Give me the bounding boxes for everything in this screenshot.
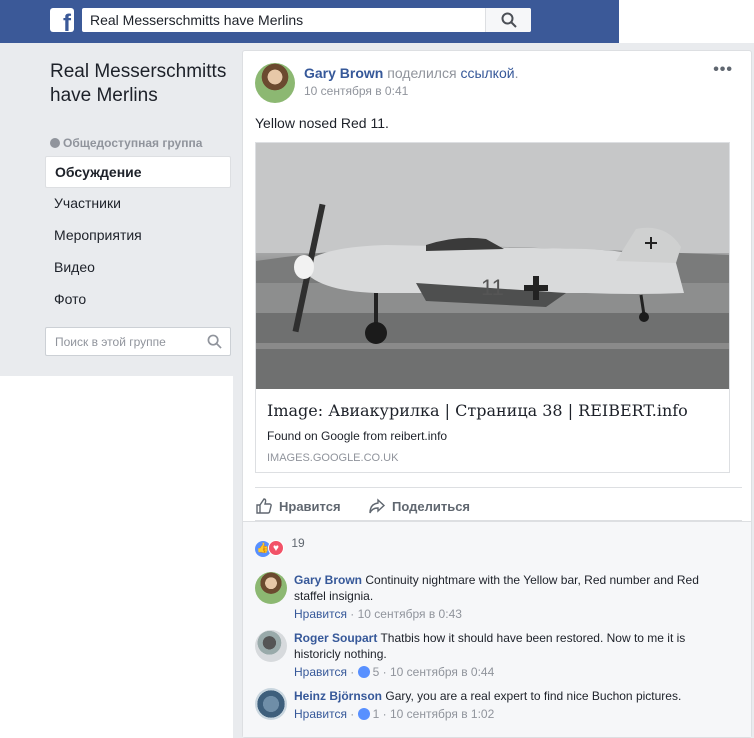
- link-domain: IMAGES.GOOGLE.CO.UK: [267, 452, 399, 464]
- comment-meta: Нравится · 10 сентября в 0:43: [294, 607, 462, 621]
- group-title[interactable]: Real Messerschmitts have Merlins: [50, 60, 230, 108]
- reactions-count: 19: [291, 536, 305, 550]
- facebook-logo[interactable]: f: [50, 8, 74, 32]
- comment-body: Heinz Björnson Gary, you are a real expe…: [294, 688, 734, 704]
- comment-author[interactable]: Heinz Björnson: [294, 689, 382, 703]
- comment-meta: Нравится · 5 · 10 сентября в 0:44: [294, 665, 495, 679]
- comment-author[interactable]: Gary Brown: [294, 573, 362, 587]
- comment-like-link[interactable]: Нравится: [294, 707, 347, 721]
- nav-item-discussion[interactable]: Обсуждение: [45, 156, 231, 188]
- share-arrow-icon: [369, 498, 386, 514]
- reactions-summary[interactable]: 👍 ♥ 19: [255, 536, 305, 557]
- comment-like-link[interactable]: Нравится: [294, 665, 347, 679]
- post-actions: Нравится Поделиться: [255, 487, 742, 521]
- shared-label: поделился: [387, 65, 457, 81]
- svg-text:11: 11: [481, 275, 504, 300]
- group-navigation: Обсуждение Участники Мероприятия Видео Ф…: [45, 156, 231, 316]
- love-reaction-icon: ♥: [268, 540, 284, 556]
- avatar[interactable]: [255, 63, 295, 103]
- avatar[interactable]: [255, 688, 287, 720]
- like-reaction-icon: [357, 708, 370, 720]
- comment-date[interactable]: 10 сентября в 1:02: [390, 707, 494, 721]
- share-button[interactable]: Поделиться: [368, 497, 470, 515]
- top-navigation-bar: f Real Messerschmitts have Merlins: [0, 0, 619, 43]
- post-card: Gary Brown поделился ссылкой. 10 сентябр…: [242, 50, 752, 738]
- search-button[interactable]: [485, 8, 531, 32]
- post-header: Gary Brown поделился ссылкой.: [304, 65, 519, 81]
- nav-item-members[interactable]: Участники: [45, 188, 231, 220]
- comment-like-count[interactable]: 1: [373, 707, 380, 721]
- more-options-icon[interactable]: •••: [713, 61, 733, 79]
- comment-meta: Нравится · 1 · 10 сентября в 1:02: [294, 707, 495, 721]
- comment-item: Heinz Björnson Gary, you are a real expe…: [255, 688, 740, 736]
- top-bar-blank-area: [619, 0, 754, 43]
- search-icon: [501, 12, 517, 28]
- post-text: Yellow nosed Red 11.: [255, 115, 389, 131]
- nav-item-events[interactable]: Мероприятия: [45, 220, 231, 252]
- group-search-input[interactable]: Поиск в этой группе: [45, 327, 231, 356]
- comment-item: Gary Brown Continuity nightmare with the…: [255, 572, 740, 621]
- comment-author[interactable]: Roger Soupart: [294, 631, 377, 645]
- search-icon: [207, 334, 222, 349]
- comment-item: Roger Soupart Thatbis how it should have…: [255, 630, 740, 679]
- avatar[interactable]: [255, 572, 287, 604]
- left-blank-area: [0, 376, 233, 738]
- post-author[interactable]: Gary Brown: [304, 65, 383, 81]
- post-timestamp[interactable]: 10 сентября в 0:41: [304, 84, 408, 98]
- comment-body: Gary Brown Continuity nightmare with the…: [294, 572, 734, 604]
- link-description: Found on Google from reibert.info: [267, 429, 448, 443]
- link-preview[interactable]: 11 Image: Авиакурилка | Страница 38 | RE…: [255, 142, 730, 473]
- shared-link-label[interactable]: ссылкой: [460, 65, 514, 81]
- nav-item-videos[interactable]: Видео: [45, 252, 231, 284]
- globe-icon: [50, 138, 60, 148]
- avatar[interactable]: [255, 630, 287, 662]
- top-search-input[interactable]: Real Messerschmitts have Merlins: [82, 8, 531, 32]
- like-button[interactable]: Нравится: [255, 497, 341, 515]
- group-privacy-label: Общедоступная группа: [50, 136, 202, 150]
- comment-text: Gary, you are a real expert to find nice…: [385, 689, 682, 703]
- comment-date[interactable]: 10 сентября в 0:43: [358, 607, 462, 621]
- thumbs-up-icon: [256, 498, 272, 514]
- aircraft-photo[interactable]: 11: [256, 143, 729, 389]
- comment-date[interactable]: 10 сентября в 0:44: [390, 665, 494, 679]
- search-input-value: Real Messerschmitts have Merlins: [90, 12, 304, 28]
- like-reaction-icon: [357, 666, 370, 678]
- link-title[interactable]: Image: Авиакурилка | Страница 38 | REIBE…: [267, 401, 688, 420]
- nav-item-photos[interactable]: Фото: [45, 284, 231, 316]
- comment-body: Roger Soupart Thatbis how it should have…: [294, 630, 734, 662]
- comment-like-count[interactable]: 5: [373, 665, 380, 679]
- group-search-placeholder: Поиск в этой группе: [55, 335, 166, 349]
- comments-section: 👍 ♥ 19 Gary Brown Continuity nightmare wi…: [243, 521, 751, 737]
- comment-like-link[interactable]: Нравится: [294, 607, 347, 621]
